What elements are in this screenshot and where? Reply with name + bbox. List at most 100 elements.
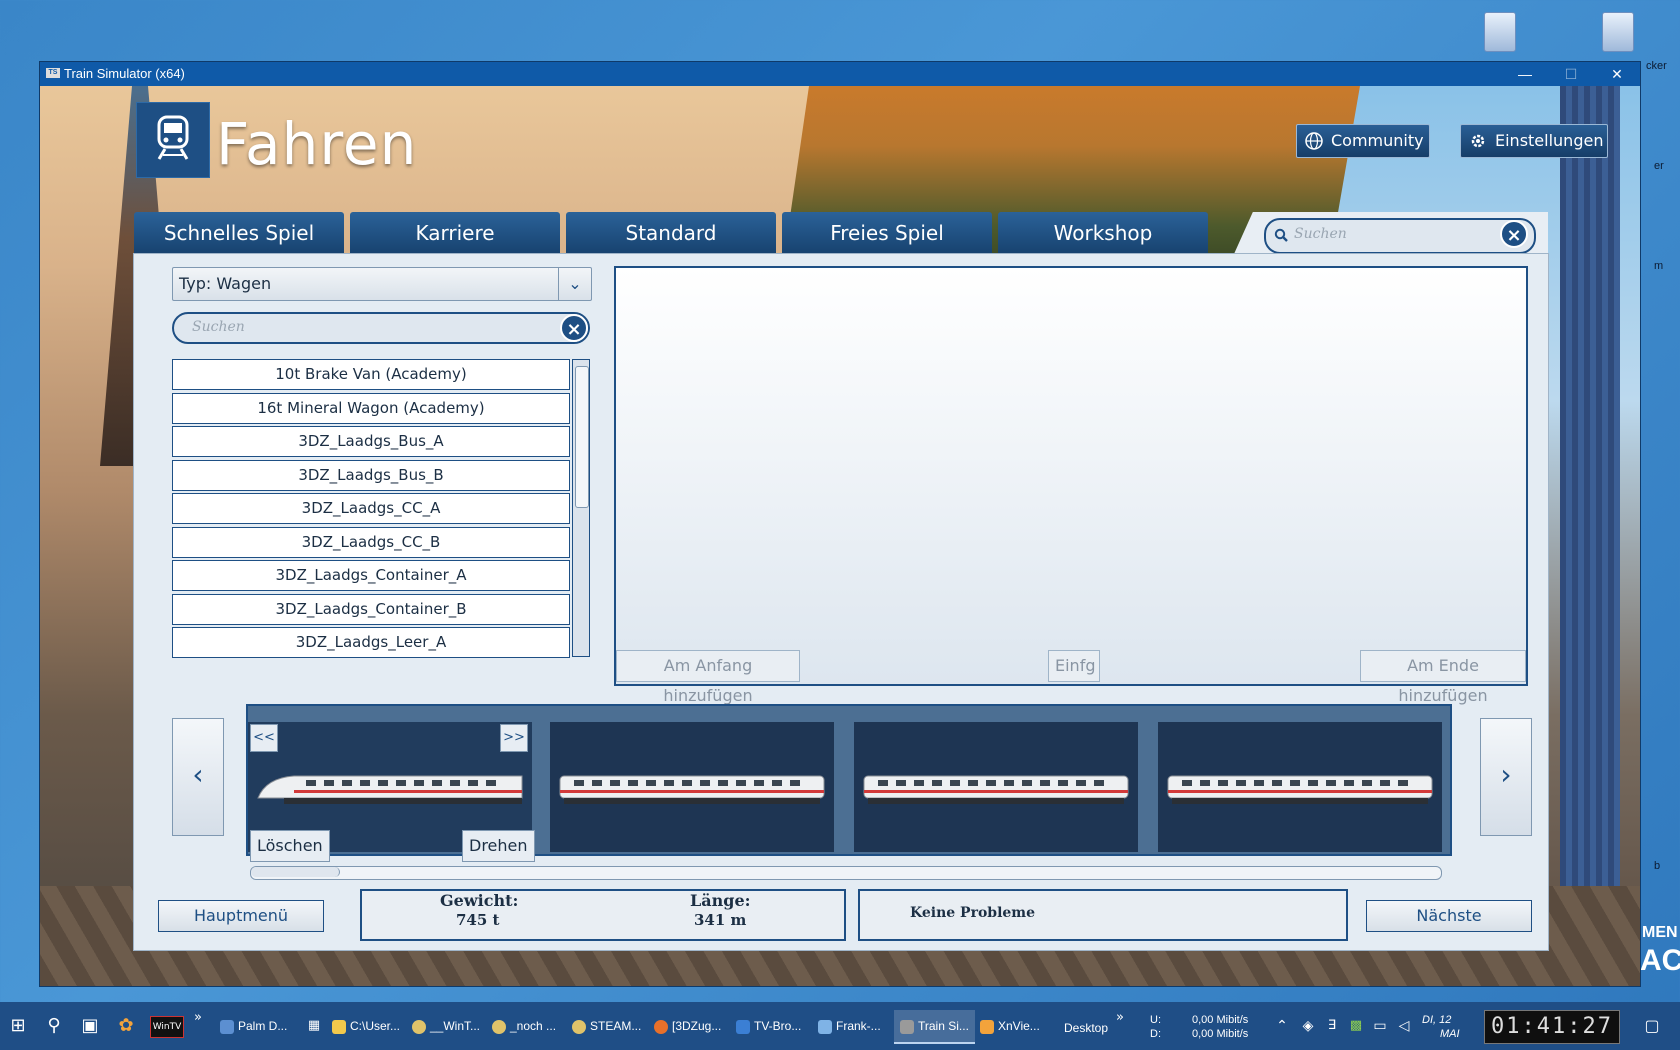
windows-start-icon[interactable]: ⊞: [6, 1014, 30, 1038]
taskbar-app-firefox[interactable]: [3DZug...: [654, 1010, 721, 1042]
desktop-toolbar[interactable]: Desktop: [1064, 1012, 1108, 1044]
list-item[interactable]: 16t Mineral Wagon (Academy): [172, 392, 570, 424]
add-at-end-button[interactable]: Am Ende hinzufügen: [1360, 650, 1526, 705]
taskbar-app-trainsim[interactable]: Train Si...: [894, 1010, 975, 1044]
settings-button[interactable]: Einstellungen: [1460, 124, 1608, 158]
consist-car-slot[interactable]: [1158, 722, 1442, 852]
taskbar-app-label: [3DZug...: [672, 1019, 722, 1033]
ice-end-car-image: [257, 775, 523, 804]
firefox-icon: [654, 1019, 668, 1034]
clear-search-icon[interactable]: ×: [560, 314, 588, 342]
wagon-list: 10t Brake Van (Academy) 16t Mineral Wago…: [172, 359, 570, 658]
add-at-start-button[interactable]: Am Anfang hinzufügen: [616, 650, 800, 705]
taskbar-clock[interactable]: 01:41:27: [1484, 1010, 1620, 1044]
clear-search-icon[interactable]: ×: [1500, 220, 1528, 248]
minimize-button[interactable]: —: [1502, 62, 1548, 86]
list-item[interactable]: 3DZ_Laadgs_Container_B: [172, 593, 570, 625]
list-item[interactable]: 3DZ_Laadgs_CC_A: [172, 493, 570, 524]
wagon-list-scrollbar[interactable]: [572, 359, 590, 657]
taskbar-app-tvbrowser[interactable]: TV-Bro...: [736, 1010, 801, 1042]
chevron-down-icon[interactable]: ⌄: [558, 268, 591, 300]
type-filter-label: Typ: Wagen: [179, 274, 272, 293]
wagon-search-input[interactable]: Suchen ×: [172, 312, 590, 344]
close-button[interactable]: ✕: [1594, 62, 1640, 86]
main-menu-button[interactable]: Hauptmenü: [158, 900, 324, 932]
status-text: Keine Probleme: [910, 905, 1036, 921]
maximize-button[interactable]: ☐: [1548, 62, 1594, 86]
net-download-value: 0,00 Mibit/s: [1192, 1028, 1249, 1040]
app-pinned-icon[interactable]: ✿: [114, 1014, 138, 1038]
pinned-app-icon[interactable]: ▦: [302, 1014, 326, 1038]
list-item[interactable]: 3DZ_Laadgs_Leer_A: [172, 627, 570, 658]
community-label: Community: [1331, 131, 1424, 150]
desktop-label: cker: [1646, 60, 1667, 72]
tab-freies-spiel[interactable]: Freies Spiel: [782, 212, 992, 254]
folder-icon: [332, 1019, 346, 1034]
list-item[interactable]: 3DZ_Laadgs_Container_A: [172, 560, 570, 591]
length-value: 341 m: [694, 911, 747, 929]
desktop-shortcut-icon[interactable]: [1602, 12, 1634, 52]
consist-scroll-right-button[interactable]: ›: [1480, 718, 1532, 836]
ice-car-image: [863, 775, 1129, 804]
taskbar-app-label: STEAM...: [590, 1019, 642, 1033]
wintv-icon[interactable]: WinTV: [150, 1016, 184, 1038]
page-title: Fahren: [216, 110, 418, 178]
global-search-input[interactable]: Suchen ×: [1264, 218, 1536, 254]
delete-car-button[interactable]: Löschen: [250, 830, 330, 862]
train-logo-icon: [136, 102, 210, 178]
desktop-label: b: [1654, 860, 1661, 872]
ice-car-image: [559, 775, 825, 804]
consist-car-slot[interactable]: [550, 722, 834, 852]
insert-button[interactable]: Einfg: [1048, 650, 1100, 682]
overflow-chevron-icon[interactable]: »: [1114, 1006, 1126, 1030]
tray-app-icon[interactable]: ∃: [1320, 1014, 1344, 1038]
list-item[interactable]: 10t Brake Van (Academy): [172, 359, 570, 390]
list-item[interactable]: 3DZ_Laadgs_Bus_B: [172, 459, 570, 491]
type-filter-dropdown[interactable]: Typ: Wagen ⌄: [172, 267, 592, 301]
tab-workshop[interactable]: Workshop: [998, 212, 1208, 254]
tray-expand-icon[interactable]: ⌃: [1270, 1014, 1294, 1038]
overflow-chevron-icon[interactable]: »: [192, 1006, 204, 1030]
tray-app-icon[interactable]: ▩: [1344, 1014, 1368, 1038]
desktop-label: m: [1654, 260, 1664, 272]
search-icon: [1274, 228, 1288, 242]
tab-schnelles-spiel[interactable]: Schnelles Spiel: [134, 212, 344, 254]
consist-car-slot[interactable]: << >> Löschen Drehen: [248, 722, 535, 862]
rotate-car-button[interactable]: Drehen: [462, 830, 535, 862]
title-bar[interactable]: TS Train Simulator (x64) — ☐ ✕: [40, 62, 1640, 86]
tray-app-icon[interactable]: ◈: [1296, 1014, 1320, 1038]
date-day: DI, 12: [1422, 1014, 1452, 1026]
background-building: [1560, 86, 1620, 986]
taskbar-app-label: TV-Bro...: [754, 1019, 802, 1033]
taskbar-app-palm[interactable]: Palm D...: [220, 1010, 287, 1042]
task-view-icon[interactable]: ▣: [78, 1014, 102, 1038]
list-item[interactable]: 3DZ_Laadgs_CC_B: [172, 526, 570, 558]
community-button[interactable]: Community: [1296, 124, 1430, 158]
network-icon[interactable]: ▭: [1368, 1014, 1392, 1038]
taskbar-app-noch[interactable]: _noch ...: [492, 1010, 556, 1042]
next-button[interactable]: Nächste: [1366, 900, 1532, 932]
move-right-button[interactable]: >>: [500, 724, 528, 752]
taskbar-app-wint[interactable]: __WinT...: [412, 1010, 480, 1042]
status-box: Keine Probleme: [858, 889, 1348, 941]
list-item[interactable]: 3DZ_Laadgs_Bus_A: [172, 426, 570, 457]
notifications-icon[interactable]: ▢: [1640, 1014, 1664, 1038]
taskbar-app-label: Frank-...: [836, 1019, 881, 1033]
move-left-button[interactable]: <<: [250, 724, 278, 752]
taskbar-app-xnview[interactable]: XnVie...: [980, 1010, 1040, 1042]
taskbar-app-explorer[interactable]: C:\User...: [332, 1010, 400, 1042]
desktop-shortcut-icon[interactable]: [1484, 12, 1516, 52]
consist-scroll-left-button[interactable]: ‹: [172, 718, 224, 836]
consist-scrollbar[interactable]: [250, 866, 1442, 880]
scrollbar-thumb[interactable]: [575, 366, 589, 508]
taskbar-app-frank[interactable]: Frank-...: [818, 1010, 881, 1042]
search-icon[interactable]: ⚲: [42, 1014, 66, 1038]
global-search-placeholder: Suchen: [1294, 226, 1347, 242]
consist-car-slot[interactable]: [854, 722, 1138, 852]
tab-karriere[interactable]: Karriere: [350, 212, 560, 254]
wagon-search-placeholder: Suchen: [192, 319, 245, 335]
tab-standard[interactable]: Standard: [566, 212, 776, 254]
taskbar-app-steam[interactable]: STEAM...: [572, 1010, 641, 1042]
scrollbar-thumb[interactable]: [251, 867, 340, 877]
volume-icon[interactable]: ◁: [1392, 1014, 1416, 1038]
